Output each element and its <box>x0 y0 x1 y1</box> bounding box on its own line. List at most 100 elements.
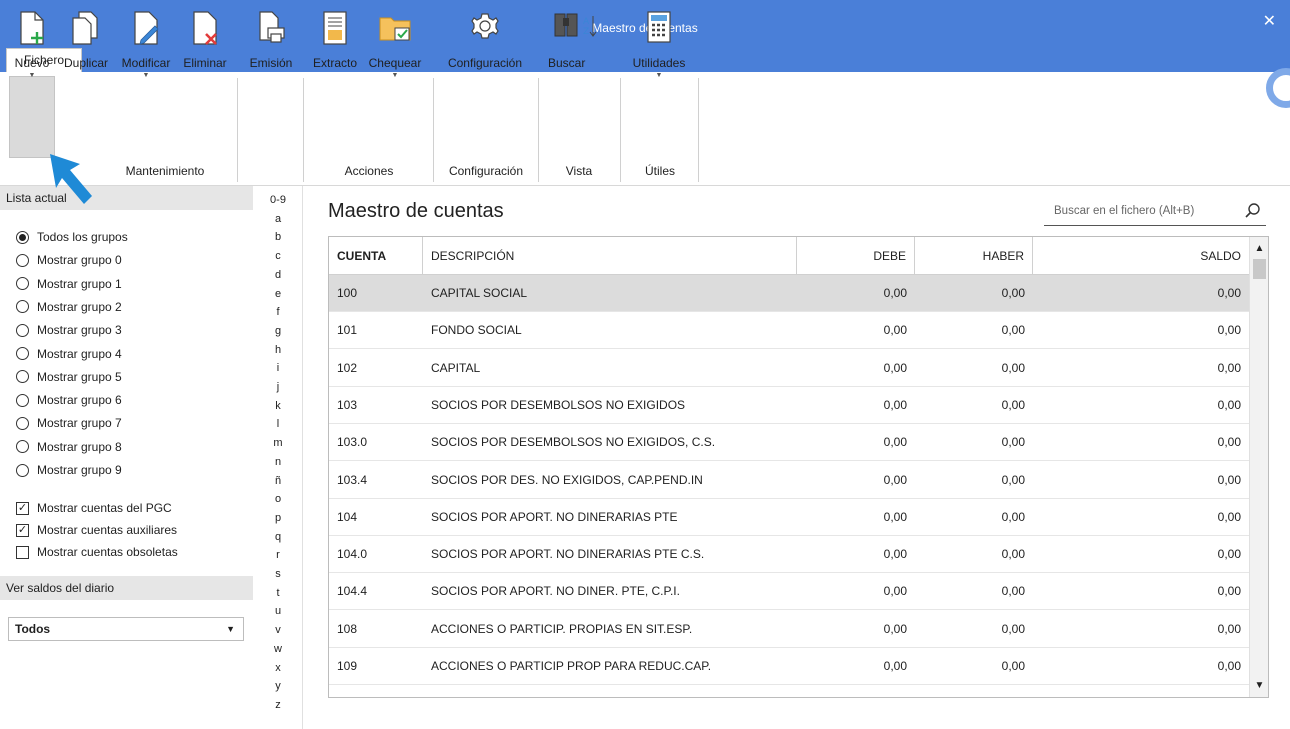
radio-button-icon[interactable] <box>16 253 29 267</box>
alphabet-letter[interactable]: l <box>253 418 303 430</box>
column-debe[interactable]: DEBE <box>797 237 915 275</box>
duplicar-button[interactable]: Duplicar <box>58 6 114 86</box>
column-saldo[interactable]: SALDO <box>1033 237 1249 275</box>
accounts-table: CUENTA DESCRIPCIÓN DEBE HABER SALDO 100 C… <box>328 236 1269 698</box>
alphabet-letter[interactable]: f <box>253 306 303 318</box>
alphabet-letter[interactable]: i <box>253 362 303 374</box>
alphabet-letter[interactable]: e <box>253 288 303 300</box>
emision-label: Emisión <box>249 56 293 70</box>
radio-button-icon[interactable] <box>16 277 29 291</box>
alphabet-letter[interactable]: g <box>253 325 303 337</box>
table-row[interactable]: 108 ACCIONES O PARTICIP. PROPIAS EN SIT.E… <box>329 611 1249 648</box>
group-radio-option[interactable]: Mostrar grupo 2 <box>16 296 122 318</box>
alphabet-letter[interactable]: o <box>253 493 303 505</box>
group-radio-option[interactable]: Mostrar grupo 5 <box>16 366 122 388</box>
checkbox-checked-icon[interactable]: ✓ <box>16 523 29 537</box>
saldos-select[interactable]: Todos ▼ <box>8 617 244 641</box>
alphabet-letter[interactable]: b <box>253 231 303 243</box>
radio-button-icon[interactable] <box>16 440 29 454</box>
option-checkbox[interactable]: Mostrar cuentas obsoletas <box>16 541 178 563</box>
alphabet-letter[interactable]: y <box>253 680 303 692</box>
vertical-scrollbar[interactable]: ▲ ▼ <box>1249 237 1268 697</box>
close-icon[interactable]: ✕ <box>1263 14 1276 30</box>
cell-descripcion: ACCIONES O PARTICIP. PROPIAS EN SIT.ESP. <box>431 621 693 636</box>
option-checkbox[interactable]: ✓ Mostrar cuentas auxiliares <box>16 519 177 541</box>
radio-button-icon[interactable] <box>16 230 29 244</box>
search-input[interactable]: Buscar en el fichero (Alt+B) <box>1044 196 1266 226</box>
checkbox-checked-icon[interactable]: ✓ <box>16 501 29 515</box>
radio-button-icon[interactable] <box>16 393 29 407</box>
alphabet-letter[interactable]: q <box>253 531 303 543</box>
alphabet-letter[interactable]: w <box>253 643 303 655</box>
group-radio-option[interactable]: Todos los grupos <box>16 226 128 248</box>
column-cuenta[interactable]: CUENTA <box>329 237 423 275</box>
alphabet-letter[interactable]: t <box>253 587 303 599</box>
alphabet-letter[interactable]: c <box>253 250 303 262</box>
group-mantenimiento: Mantenimiento <box>125 164 205 178</box>
configuracion-button[interactable]: Configuración <box>440 6 530 86</box>
utilidades-label: Utilidades <box>632 56 686 70</box>
radio-button-icon[interactable] <box>16 323 29 337</box>
column-haber[interactable]: HABER <box>915 237 1033 275</box>
eliminar-button[interactable]: Eliminar <box>178 6 232 86</box>
group-radio-option[interactable]: Mostrar grupo 7 <box>16 412 122 434</box>
alphabet-letter[interactable]: d <box>253 269 303 281</box>
radio-button-icon[interactable] <box>16 370 29 384</box>
table-row[interactable]: 104 SOCIOS POR APORT. NO DINERARIAS PTE 0,… <box>329 499 1249 536</box>
table-row[interactable]: 109 ACCIONES O PARTICIP PROP PARA REDUC.C… <box>329 648 1249 685</box>
nuevo-button[interactable]: Nuevo ▼ <box>10 6 54 86</box>
alphabet-letter[interactable]: ñ <box>253 475 303 487</box>
cell-haber: 0,00 <box>1001 659 1025 673</box>
alphabet-letter[interactable]: n <box>253 456 303 468</box>
alphabet-letter[interactable]: r <box>253 549 303 561</box>
modificar-label: Modificar <box>121 56 171 70</box>
option-checkbox[interactable]: ✓ Mostrar cuentas del PGC <box>16 497 172 519</box>
alphabet-letter[interactable]: z <box>253 699 303 711</box>
radio-button-icon[interactable] <box>16 300 29 314</box>
alphabet-letter[interactable]: v <box>253 624 303 636</box>
alphabet-letter[interactable]: a <box>253 213 303 225</box>
search-icon[interactable] <box>1244 202 1262 220</box>
cell-saldo: 0,00 <box>1217 621 1241 636</box>
alphabet-letter[interactable]: k <box>253 400 303 412</box>
modificar-button[interactable]: Modificar ▼ <box>116 6 176 86</box>
alphabet-letter[interactable]: p <box>253 512 303 524</box>
table-row[interactable]: 102 CAPITAL 0,00 0,00 0,00 <box>329 350 1249 387</box>
emision-button[interactable]: Emisión <box>244 6 298 86</box>
scroll-down-icon[interactable]: ▼ <box>1250 680 1268 691</box>
group-radio-option[interactable]: Mostrar grupo 8 <box>16 436 122 458</box>
extracto-button[interactable]: Extracto <box>308 6 362 86</box>
group-radio-option[interactable]: Mostrar grupo 3 <box>16 319 122 341</box>
group-radio-option[interactable]: Mostrar grupo 4 <box>16 343 122 365</box>
table-row[interactable]: 104.0 SOCIOS POR APORT. NO DINERARIAS PTE… <box>329 536 1249 574</box>
group-radio-option[interactable]: Mostrar grupo 0 <box>16 249 122 271</box>
alphabet-letter[interactable]: s <box>253 568 303 580</box>
chequear-button[interactable]: Chequear ▼ <box>364 6 426 86</box>
scroll-up-icon[interactable]: ▲ <box>1250 243 1268 254</box>
table-row[interactable]: 100 CAPITAL SOCIAL 0,00 0,00 0,00 <box>329 275 1249 312</box>
alphabet-letter[interactable]: x <box>253 662 303 674</box>
radio-button-icon[interactable] <box>16 463 29 477</box>
alphabet-letter[interactable]: h <box>253 344 303 356</box>
scroll-thumb[interactable] <box>1253 259 1266 279</box>
column-descripcion[interactable]: DESCRIPCIÓN <box>423 237 797 275</box>
radio-button-icon[interactable] <box>16 416 29 430</box>
alphabet-letter[interactable]: u <box>253 605 303 617</box>
group-radio-option[interactable]: Mostrar grupo 9 <box>16 459 122 481</box>
alphabet-letter[interactable]: j <box>253 381 303 393</box>
alphabet-letter[interactable]: 0-9 <box>253 194 303 206</box>
buscar-button[interactable]: A Z Buscar <box>542 6 608 86</box>
table-row[interactable]: 103 SOCIOS POR DESEMBOLSOS NO EXIGIDOS 0,0… <box>329 387 1249 424</box>
checkbox-empty-icon[interactable] <box>16 545 29 559</box>
cell-debe: 0,00 <box>883 621 907 636</box>
group-radio-option[interactable]: Mostrar grupo 6 <box>16 389 122 411</box>
table-row[interactable]: 103.4 SOCIOS POR DES. NO EXIGIDOS, CAP.PE… <box>329 462 1249 499</box>
table-row[interactable]: 103.0 SOCIOS POR DESEMBOLSOS NO EXIGIDOS,… <box>329 424 1249 462</box>
table-row[interactable]: 101 FONDO SOCIAL 0,00 0,00 0,00 <box>329 312 1249 350</box>
cell-cuenta: 101 <box>337 323 358 338</box>
table-row[interactable]: 104.4 SOCIOS POR APORT. NO DINER. PTE, C.… <box>329 573 1249 611</box>
radio-button-icon[interactable] <box>16 347 29 360</box>
alphabet-letter[interactable]: m <box>253 437 303 449</box>
group-radio-option[interactable]: Mostrar grupo 1 <box>16 273 122 295</box>
utilidades-button[interactable]: Utilidades ▼ <box>624 6 694 86</box>
